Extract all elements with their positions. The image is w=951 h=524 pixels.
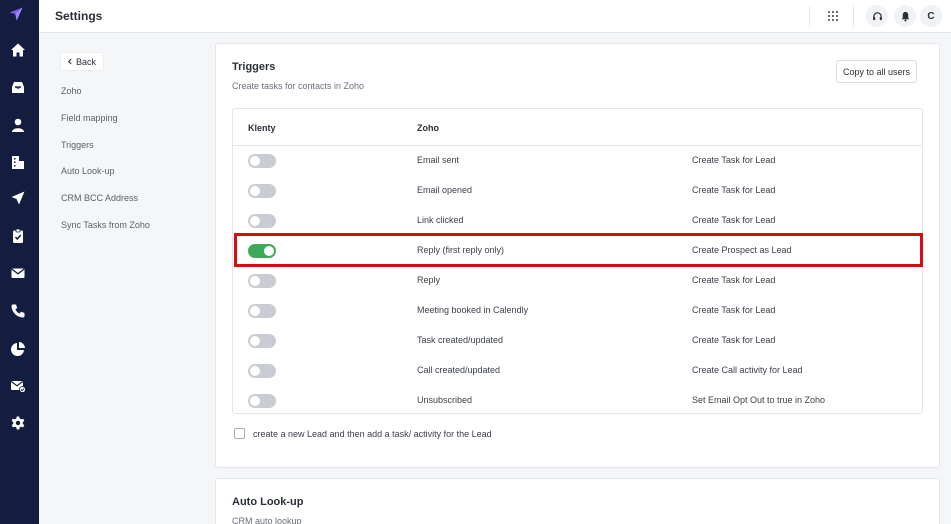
trigger-toggle[interactable] bbox=[248, 214, 276, 228]
sidebar-item-sync-tasks[interactable]: Sync Tasks from Zoho bbox=[61, 220, 150, 230]
trigger-name: Call created/updated bbox=[417, 365, 501, 375]
zoho-action: Create Task for Lead bbox=[692, 215, 776, 225]
toggle-knob bbox=[250, 216, 260, 226]
send-icon[interactable] bbox=[9, 189, 27, 207]
table-row: Email sent Create Task for Lead bbox=[233, 146, 922, 176]
table-row: Task created/updated Create Task for Lead bbox=[233, 326, 922, 356]
zoho-action: Create Call activity for Lead bbox=[692, 365, 803, 375]
table-row: Call created/updated Create Call activity… bbox=[233, 356, 922, 386]
toggle-knob bbox=[250, 366, 260, 376]
avatar[interactable]: C bbox=[920, 5, 942, 27]
headset-icon[interactable] bbox=[866, 5, 888, 27]
page-title: Settings bbox=[55, 9, 103, 23]
sidebar-item-triggers[interactable]: Triggers bbox=[61, 140, 94, 150]
home-icon[interactable] bbox=[9, 41, 27, 59]
toggle-knob bbox=[250, 396, 260, 406]
zoho-action: Create Task for Lead bbox=[692, 185, 776, 195]
create-lead-label: create a new Lead and then add a task/ a… bbox=[253, 428, 492, 439]
trigger-name: Email opened bbox=[417, 185, 473, 195]
trigger-toggle[interactable] bbox=[248, 364, 276, 378]
table-row: Email opened Create Task for Lead bbox=[233, 176, 922, 206]
toggle-knob bbox=[250, 306, 260, 316]
divider bbox=[853, 6, 854, 27]
back-label: Back bbox=[76, 56, 97, 67]
inbox-icon[interactable] bbox=[9, 78, 27, 96]
auto-lookup-subtitle: CRM auto lookup bbox=[232, 516, 302, 524]
settings-sidebar: Back Zoho Field mapping Triggers Auto Lo… bbox=[39, 34, 209, 524]
trigger-name: Email sent bbox=[417, 155, 460, 165]
trigger-name: Link clicked bbox=[417, 215, 464, 225]
mail-icon[interactable] bbox=[9, 264, 27, 282]
table-row: Meeting booked in Calendly Create Task fo… bbox=[233, 296, 922, 326]
table-row: Unsubscribed Set Email Opt Out to true in… bbox=[233, 386, 922, 416]
table-row: Reply Create Task for Lead bbox=[233, 266, 922, 296]
trigger-toggle[interactable] bbox=[248, 394, 276, 408]
trigger-toggle[interactable] bbox=[248, 184, 276, 198]
trigger-name: Reply bbox=[417, 275, 441, 285]
create-lead-checkbox[interactable] bbox=[234, 428, 245, 439]
sidebar-item-auto-lookup[interactable]: Auto Look-up bbox=[61, 166, 115, 176]
zoho-action: Create Task for Lead bbox=[692, 335, 776, 345]
zoho-action: Create Task for Lead bbox=[692, 155, 776, 165]
sidebar-item-crm-bcc-address[interactable]: CRM BCC Address bbox=[61, 193, 138, 203]
toggle-knob bbox=[250, 276, 260, 286]
toggle-knob bbox=[250, 156, 260, 166]
trigger-toggle[interactable] bbox=[248, 334, 276, 348]
sidebar-item-zoho[interactable]: Zoho bbox=[61, 86, 82, 96]
person-icon[interactable] bbox=[9, 116, 27, 134]
phone-icon[interactable] bbox=[9, 302, 27, 320]
trigger-name: Meeting booked in Calendly bbox=[417, 305, 529, 315]
settings-icon[interactable] bbox=[9, 414, 27, 432]
chevron-left-icon bbox=[67, 57, 72, 67]
trigger-name: Unsubscribed bbox=[417, 395, 473, 405]
divider bbox=[809, 6, 810, 27]
apps-grid-icon[interactable] bbox=[822, 5, 844, 27]
zoho-action: Create Task for Lead bbox=[692, 305, 776, 315]
column-header-klenty: Klenty bbox=[248, 123, 276, 133]
top-bar: Settings C bbox=[39, 0, 951, 33]
copy-to-all-users-button[interactable]: Copy to all users bbox=[836, 60, 918, 83]
toggle-knob bbox=[250, 336, 260, 346]
auto-lookup-card: Auto Look-up CRM auto lookup bbox=[215, 478, 940, 524]
back-button[interactable]: Back bbox=[60, 52, 105, 71]
clipboard-icon[interactable] bbox=[9, 227, 27, 245]
pie-chart-icon[interactable] bbox=[9, 340, 27, 358]
klenty-logo-icon[interactable] bbox=[8, 6, 30, 28]
zoho-action: Create Task for Lead bbox=[692, 275, 776, 285]
triggers-subtitle: Create tasks for contacts in Zoho bbox=[232, 81, 365, 91]
table-row: Link clicked Create Task for Lead bbox=[233, 206, 922, 236]
auto-lookup-title: Auto Look-up bbox=[232, 496, 304, 508]
create-lead-option[interactable]: create a new Lead and then add a task/ a… bbox=[234, 428, 492, 439]
left-rail bbox=[0, 0, 39, 524]
highlight-box bbox=[234, 233, 923, 267]
bell-icon[interactable] bbox=[894, 5, 916, 27]
trigger-toggle[interactable] bbox=[248, 274, 276, 288]
triggers-title: Triggers bbox=[232, 61, 276, 73]
table-header: Klenty Zoho bbox=[233, 109, 922, 146]
trigger-toggle[interactable] bbox=[248, 304, 276, 318]
column-header-zoho: Zoho bbox=[417, 123, 439, 133]
zoho-action: Set Email Opt Out to true in Zoho bbox=[692, 395, 826, 405]
mail-check-icon[interactable] bbox=[9, 377, 27, 395]
trigger-name: Task created/updated bbox=[417, 335, 504, 345]
trigger-toggle[interactable] bbox=[248, 154, 276, 168]
toggle-knob bbox=[250, 186, 260, 196]
company-icon[interactable] bbox=[9, 153, 27, 171]
sidebar-item-field-mapping[interactable]: Field mapping bbox=[61, 113, 118, 123]
